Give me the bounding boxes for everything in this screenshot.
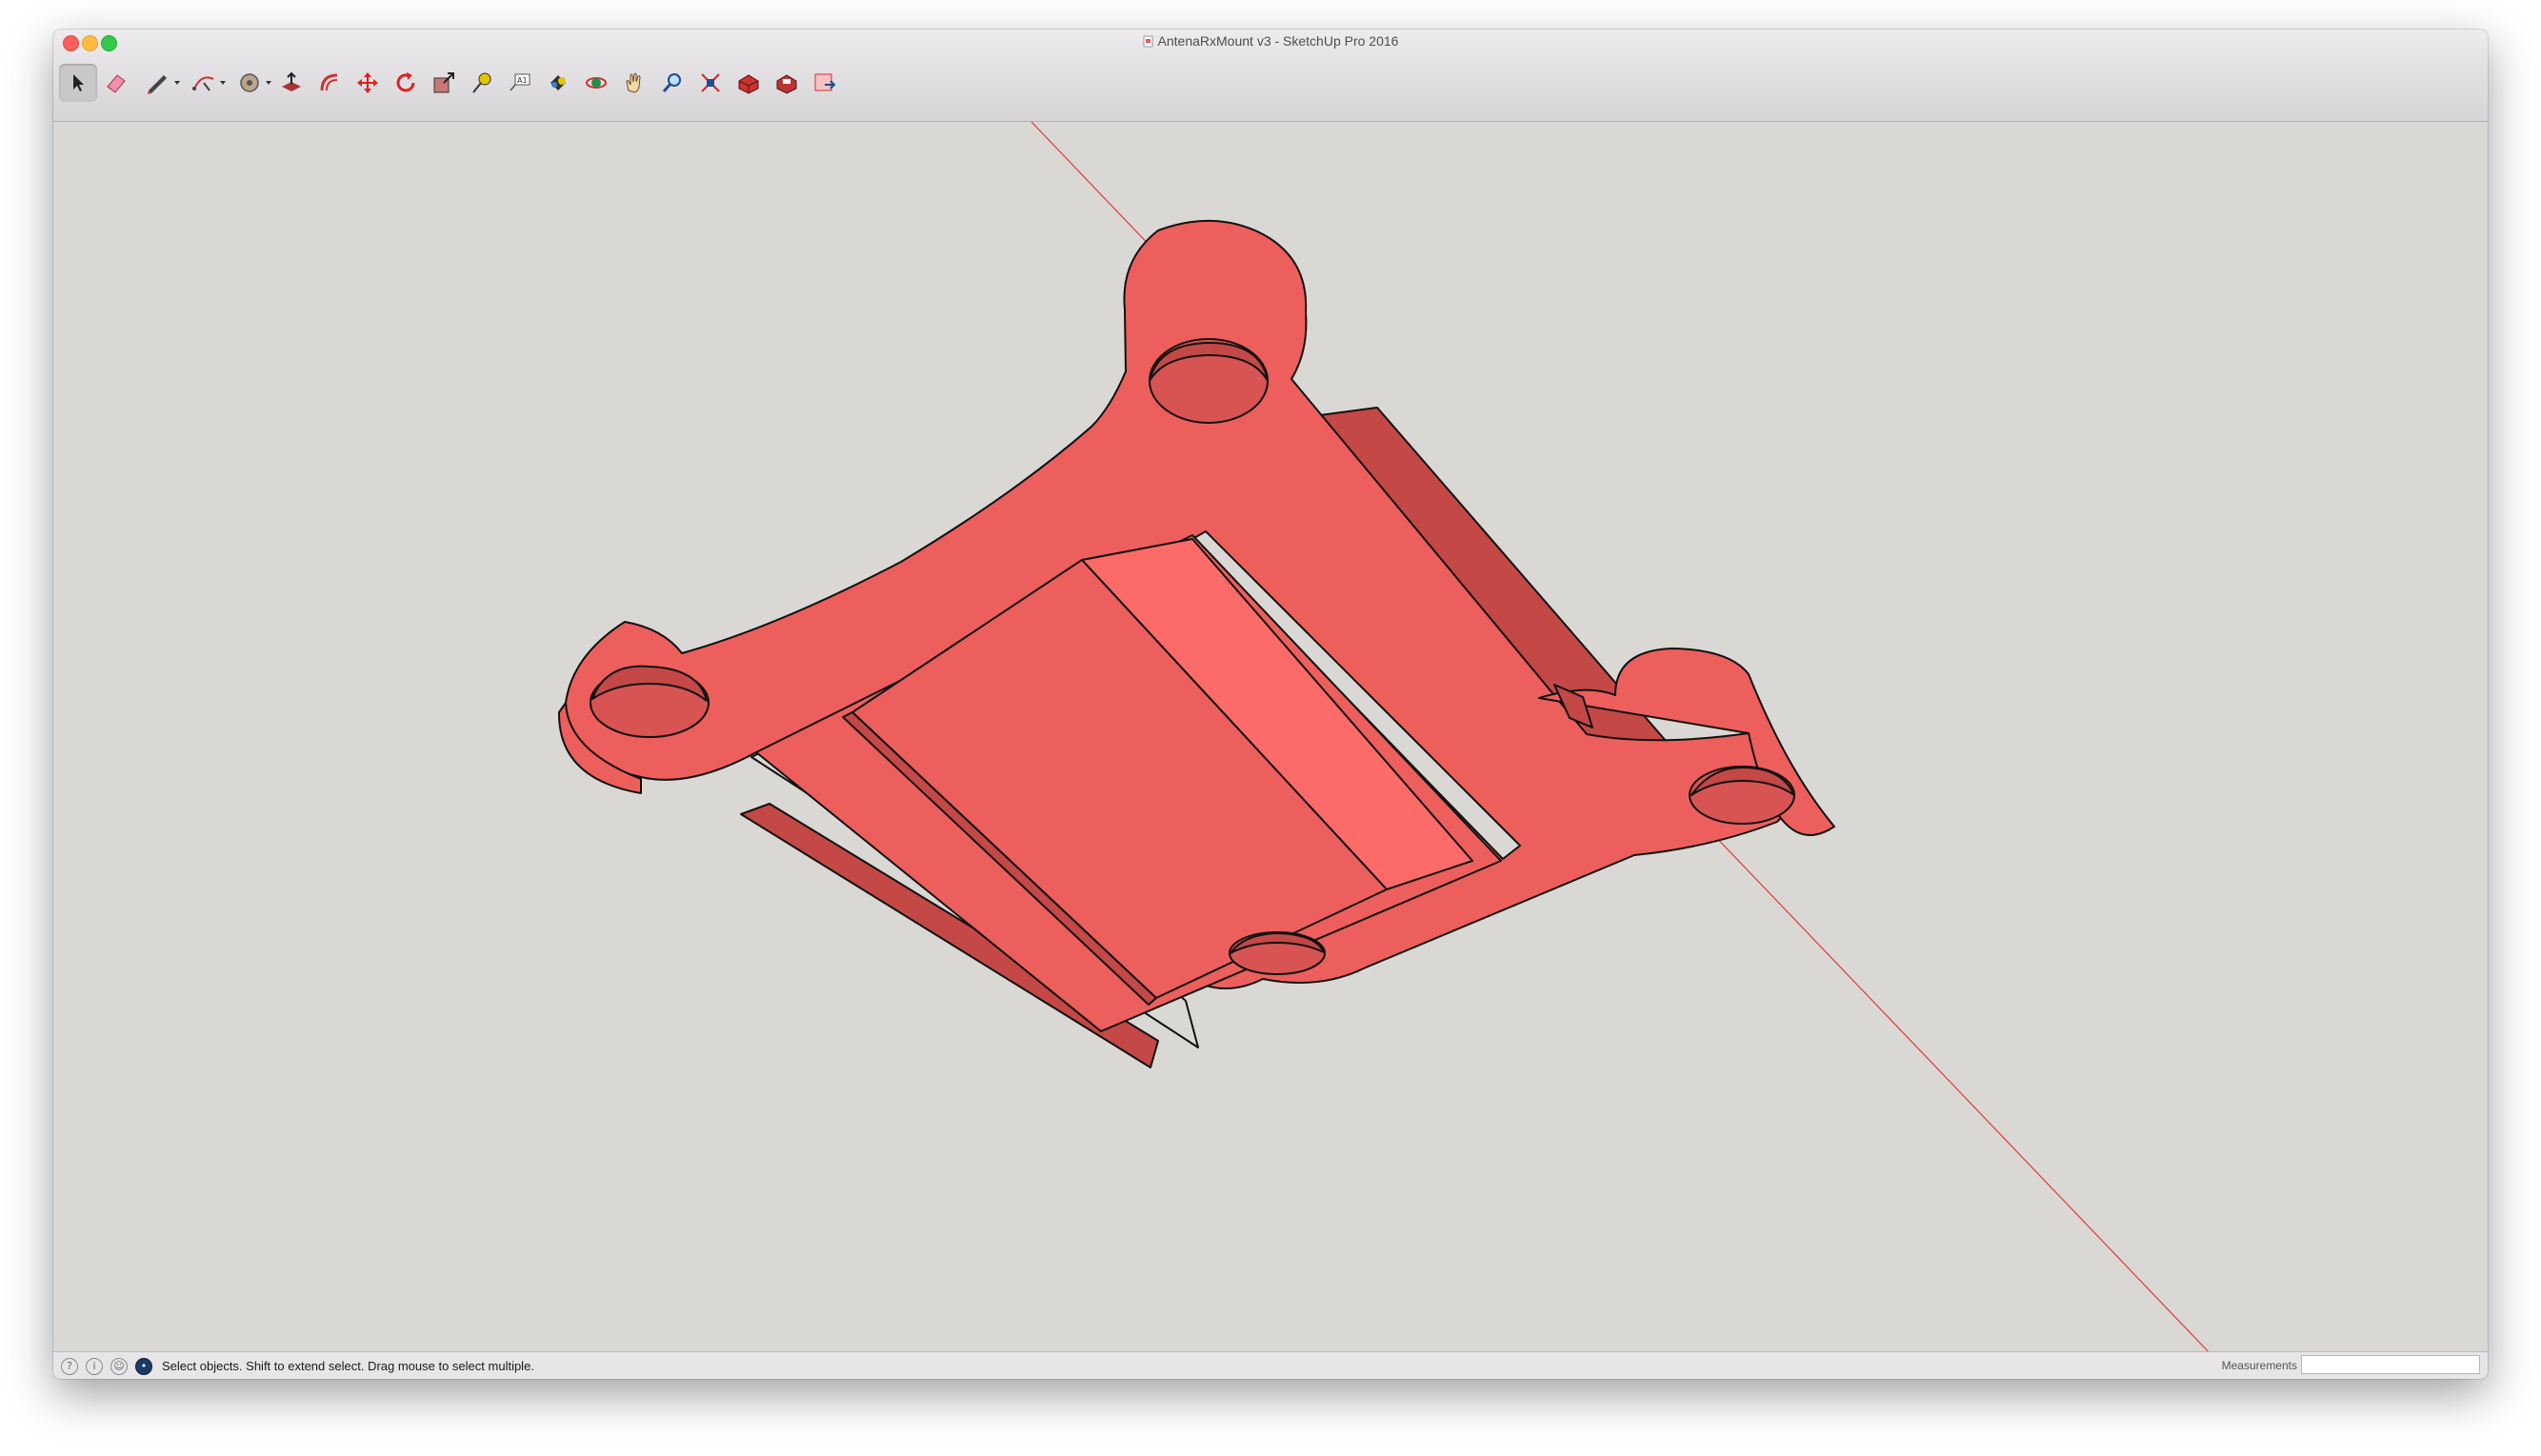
eraser-icon xyxy=(107,74,126,93)
scale-tool-button[interactable] xyxy=(425,64,463,102)
model-scene[interactable] xyxy=(53,122,2488,1379)
offset-tool-button[interactable] xyxy=(310,64,349,102)
tape-measure-tool-button[interactable] xyxy=(463,64,501,102)
zoom-extents-tool-button[interactable] xyxy=(691,64,730,102)
window-title: AntenaRxMount v3 - SketchUp Pro 2016 xyxy=(1157,33,1399,49)
paint-bucket-icon xyxy=(550,75,566,90)
push-pull-icon xyxy=(282,71,301,91)
title-bar: AntenaRxMount v3 - SketchUp Pro 2016 A1 xyxy=(53,30,2488,122)
model-viewport[interactable] xyxy=(53,122,2488,1379)
chevron-down-icon xyxy=(266,81,271,85)
pencil-icon xyxy=(148,75,167,94)
zoom-tool-button[interactable] xyxy=(653,64,691,102)
polygon-icon xyxy=(240,73,259,92)
select-tool-button[interactable] xyxy=(59,64,97,102)
pan-hand-icon xyxy=(626,72,641,93)
geo-location-icon[interactable]: ? xyxy=(61,1357,78,1375)
tape-measure-icon xyxy=(472,72,491,93)
arc-icon xyxy=(192,76,214,91)
sketchup-window: AntenaRxMount v3 - SketchUp Pro 2016 A1 … xyxy=(53,30,2488,1379)
text-icon: A1 xyxy=(510,73,530,91)
status-message: Select objects. Shift to extend select. … xyxy=(162,1359,534,1373)
main-toolbar: A1 xyxy=(59,52,844,113)
user-icon[interactable]: ☺ xyxy=(110,1357,128,1375)
antenna-rx-mount-model[interactable] xyxy=(557,219,1835,1068)
select-arrow-icon xyxy=(73,74,84,91)
pan-tool-button[interactable] xyxy=(615,64,653,102)
rotate-tool-button[interactable] xyxy=(387,64,425,102)
orbit-icon xyxy=(586,77,607,89)
extension-warehouse-button[interactable] xyxy=(768,64,806,102)
info-icon[interactable]: i xyxy=(86,1357,103,1375)
text-tool-button[interactable]: A1 xyxy=(501,64,539,102)
rotate-icon xyxy=(396,72,415,92)
move-tool-button[interactable] xyxy=(349,64,387,102)
extension-warehouse-icon xyxy=(776,74,797,94)
zoom-icon xyxy=(662,73,681,92)
push-pull-tool-button[interactable] xyxy=(272,64,310,102)
document-icon xyxy=(1143,35,1153,48)
paint-bucket-tool-button[interactable] xyxy=(539,64,577,102)
send-to-layout-button[interactable] xyxy=(806,64,844,102)
3d-warehouse-button[interactable] xyxy=(730,64,768,102)
chevron-down-icon xyxy=(174,81,180,85)
shapes-tool-button[interactable] xyxy=(227,64,272,102)
line-tool-button[interactable] xyxy=(135,64,181,102)
offset-icon xyxy=(320,73,338,91)
instructor-icon[interactable]: • xyxy=(135,1357,152,1375)
measurements-label: Measurements xyxy=(2221,1359,2297,1372)
chevron-down-icon xyxy=(220,81,226,85)
window-title-area: AntenaRxMount v3 - SketchUp Pro 2016 xyxy=(53,32,2488,50)
measurements-input[interactable] xyxy=(2301,1355,2480,1374)
zoom-extents-icon xyxy=(701,73,720,92)
scale-icon xyxy=(433,72,454,93)
move-icon xyxy=(357,72,378,93)
svg-text:A1: A1 xyxy=(517,76,528,85)
eraser-tool-button[interactable] xyxy=(97,64,135,102)
send-to-layout-icon xyxy=(814,73,836,91)
orbit-tool-button[interactable] xyxy=(577,64,615,102)
arc-tool-button[interactable] xyxy=(181,64,227,102)
warehouse-icon xyxy=(738,74,759,94)
status-bar: ? i ☺ • Select objects. Shift to extend … xyxy=(53,1351,2488,1379)
